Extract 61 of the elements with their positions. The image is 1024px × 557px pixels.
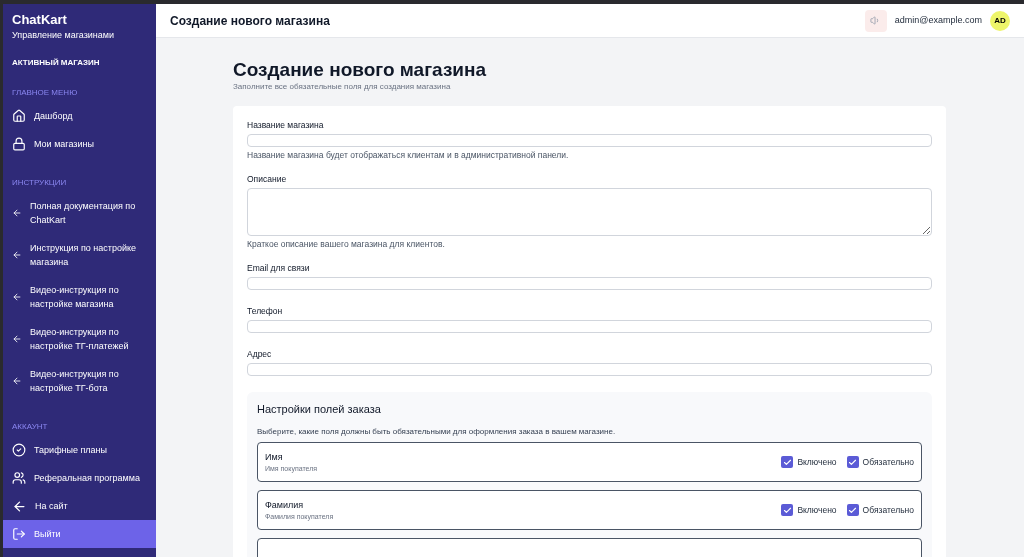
header-title: Создание нового магазина	[170, 12, 330, 30]
checkbox[interactable]	[781, 504, 794, 516]
brand-subtitle: Управление магазинами	[11, 29, 116, 41]
arrow-left-icon	[12, 250, 22, 260]
check-icon	[782, 457, 792, 467]
input-field[interactable]	[247, 320, 932, 333]
nav-item[interactable]: Видео-инструкция по настройке магазина	[3, 276, 156, 318]
arrow-left-icon	[12, 208, 22, 218]
page-title: Создание нового магазина	[233, 58, 488, 82]
check-icon	[848, 505, 858, 515]
input-field[interactable]	[247, 134, 932, 147]
check-circle-icon	[12, 443, 26, 457]
checkbox-label: Включено	[797, 503, 837, 517]
checkbox[interactable]	[781, 456, 794, 468]
field-label: Описание	[247, 174, 288, 184]
checkbox[interactable]	[846, 456, 859, 468]
input-field[interactable]	[247, 363, 932, 376]
section-heading: ИНСТРУКЦИИ	[11, 178, 68, 188]
checkbox-label: Включено	[797, 455, 837, 469]
field-help: Название магазина будет отображаться клиентам и в административной панели.	[247, 150, 570, 160]
checkbox-label: Обязательно	[862, 455, 914, 469]
brand-title: ChatKart	[11, 12, 68, 28]
page-subtitle: Заполните все обязательные поля для создания магазина	[233, 82, 452, 92]
nav-item[interactable]: Мои магазины	[3, 130, 156, 158]
arrow-left-icon	[12, 334, 22, 344]
description-field[interactable]	[247, 188, 932, 236]
section-title: Настройки полей заказа	[257, 402, 382, 416]
user-email: admin@example.com	[894, 13, 982, 27]
home-icon	[12, 109, 26, 123]
section-heading: АККАУНТ	[11, 422, 49, 432]
nav-item[interactable]: Выйти	[3, 520, 156, 548]
nav-item[interactable]: На сайт	[3, 492, 156, 520]
arrow-left-icon	[12, 376, 22, 386]
field-label: Адрес	[247, 349, 273, 359]
nav-item[interactable]: Инструкция по настройке магазина	[3, 234, 156, 276]
check-icon	[782, 505, 792, 515]
nav-item[interactable]: Реферальная программа	[3, 464, 156, 492]
section-heading: ГЛАВНОЕ МЕНЮ	[11, 88, 79, 98]
users-icon	[12, 471, 26, 485]
nav-item[interactable]: Полная документация по ChatKart	[3, 192, 156, 234]
lock-icon	[12, 137, 26, 151]
arrow-left-icon	[12, 292, 22, 302]
logout-icon	[12, 527, 26, 541]
order-field-name: Фамилия	[265, 498, 305, 511]
input-field[interactable]	[247, 277, 932, 290]
check-icon	[848, 457, 858, 467]
field-label: Название магазина	[247, 120, 325, 130]
field-help: Краткое описание вашего магазина для клиентов.	[247, 239, 446, 249]
field-label: Телефон	[247, 306, 284, 316]
nav-item[interactable]: Видео-инструкция по настройке ТГ-платежей	[3, 318, 156, 360]
order-field-name: Имя	[265, 450, 284, 463]
avatar[interactable]: AD	[990, 10, 1010, 31]
section-description: Выберите, какие поля должны быть обязательными для оформления заказа в вашем магазине.	[257, 427, 617, 437]
active-store-label: АКТИВНЫЙ МАГАЗИН	[11, 58, 101, 68]
nav-item[interactable]: Видео-инструкция по настройке ТГ-бота	[3, 360, 156, 402]
field-label: Email для связи	[247, 263, 311, 273]
sound-button[interactable]	[864, 9, 887, 32]
checkbox-label: Обязательно	[862, 503, 914, 517]
nav-item[interactable]: Дашборд	[3, 102, 156, 130]
nav-item[interactable]: Тарифные планы	[3, 436, 156, 464]
checkbox[interactable]	[846, 504, 859, 516]
